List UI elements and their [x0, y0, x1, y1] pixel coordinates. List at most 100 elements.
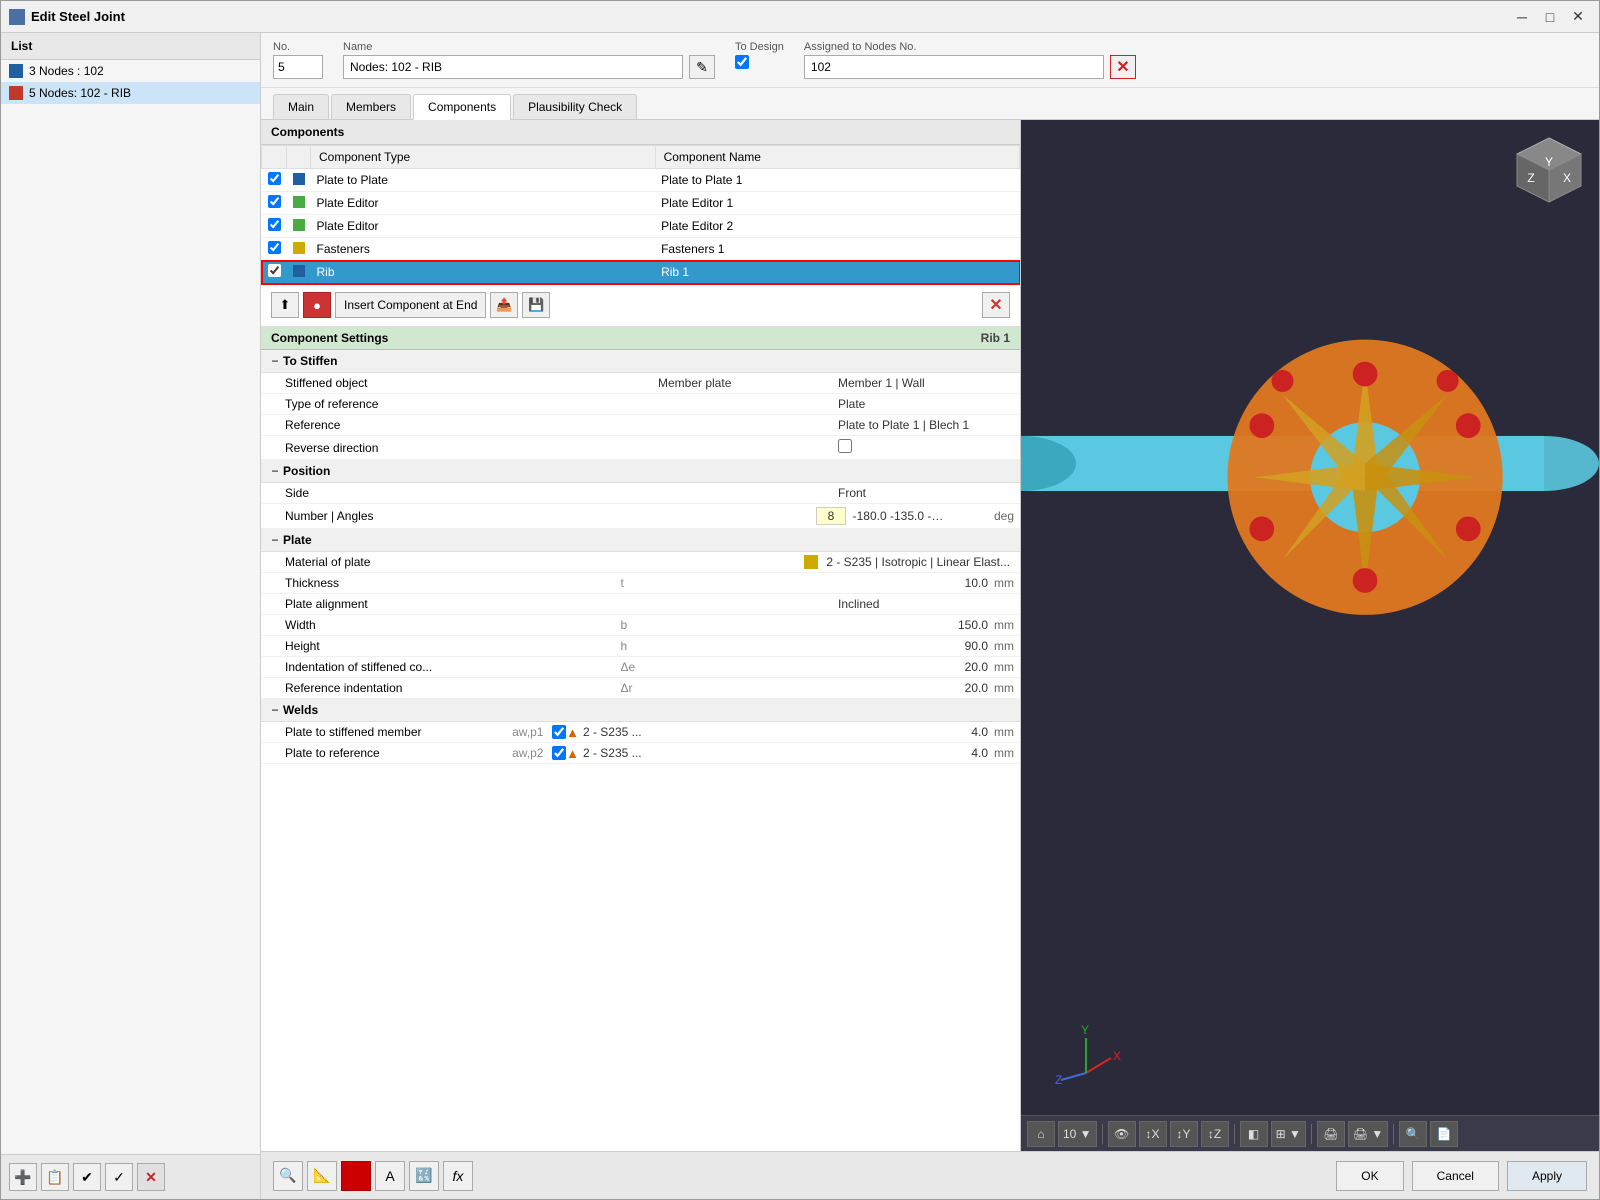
insert-end-button[interactable]: Insert Component at End	[335, 292, 486, 318]
row1-name: Plate to Plate 1	[655, 169, 1019, 192]
view-shading-button[interactable]: ◧	[1240, 1121, 1268, 1147]
indentation-value: 20.0	[651, 659, 993, 675]
table-row[interactable]: Fasteners Fasteners 1	[262, 238, 1020, 261]
row4-checkbox[interactable]	[268, 241, 281, 254]
type-reference-row: Type of reference Plate	[261, 394, 1020, 415]
list-item-1[interactable]: 3 Nodes : 102	[1, 60, 260, 82]
view-rotate-x-button[interactable]: ↕X	[1139, 1121, 1167, 1147]
tab-members[interactable]: Members	[331, 94, 411, 119]
weld-p2-checkbox[interactable]	[552, 746, 566, 760]
to-stiffen-header[interactable]: − To Stiffen	[261, 350, 1020, 373]
copy-item-button[interactable]: 📋	[41, 1163, 69, 1191]
view-home-button[interactable]: ⌂	[1027, 1121, 1055, 1147]
3d-viewport[interactable]: Y X Z	[1021, 120, 1599, 1151]
red-tool-button[interactable]	[341, 1161, 371, 1191]
no-field-group: No.	[273, 41, 323, 79]
view-zoom-button[interactable]: 10 ▼	[1058, 1121, 1097, 1147]
table-row-selected[interactable]: Rib Rib 1	[262, 261, 1020, 284]
check-item-button[interactable]: ✔	[73, 1163, 101, 1191]
list-color-2	[9, 86, 23, 100]
minimize-button[interactable]: ─	[1509, 5, 1535, 29]
delete-item-button[interactable]: ✕	[137, 1163, 165, 1191]
view-wireframe-button[interactable]: ⊞ ▼	[1271, 1121, 1306, 1147]
welds-header[interactable]: − Welds	[261, 699, 1020, 722]
svg-text:Y: Y	[1545, 155, 1553, 169]
text-tool-button[interactable]: A	[375, 1161, 405, 1191]
row3-checkbox[interactable]	[268, 218, 281, 231]
axes-indicator: X Y Z	[1051, 1018, 1121, 1091]
view-print-button[interactable]: 🖨	[1317, 1121, 1345, 1147]
material-value: 2 - S235 | Isotropic | Linear Elast...	[822, 554, 1014, 570]
weld-p1-value: 4.0	[759, 724, 992, 740]
weld-p2-value: 4.0	[759, 745, 992, 761]
row5-type: Rib	[311, 261, 656, 284]
svg-text:Z: Z	[1527, 171, 1534, 185]
view-render-button[interactable]: 👁	[1108, 1121, 1136, 1147]
insert-button[interactable]: ●	[303, 292, 331, 318]
view-rotate-y-button[interactable]: ↕Y	[1170, 1121, 1198, 1147]
add-item-button[interactable]: ➕	[9, 1163, 37, 1191]
symbol-tool-button[interactable]: 🔣	[409, 1161, 439, 1191]
type-reference-value: Plate	[834, 396, 1014, 412]
svg-text:Z: Z	[1055, 1073, 1062, 1087]
assigned-input[interactable]	[804, 55, 1104, 79]
move-up-button[interactable]: ⬆	[271, 292, 299, 318]
table-row[interactable]: Plate Editor Plate Editor 1	[262, 192, 1020, 215]
table-row[interactable]: Plate Editor Plate Editor 2	[262, 215, 1020, 238]
export-button[interactable]: 📤	[490, 292, 518, 318]
measure-tool-button[interactable]: 📐	[307, 1161, 337, 1191]
view-print2-button[interactable]: 🖨 ▼	[1348, 1121, 1388, 1147]
apply-button[interactable]: Apply	[1507, 1161, 1587, 1191]
list-header: List	[1, 33, 260, 60]
no-input[interactable]	[273, 55, 323, 79]
row2-color	[293, 196, 305, 208]
formula-tool-button[interactable]: fx	[443, 1161, 473, 1191]
cancel-button[interactable]: Cancel	[1412, 1161, 1499, 1191]
position-header[interactable]: − Position	[261, 460, 1020, 483]
tab-main[interactable]: Main	[273, 94, 329, 119]
assigned-label: Assigned to Nodes No.	[804, 41, 1587, 53]
maximize-button[interactable]: □	[1537, 5, 1563, 29]
height-unit: mm	[994, 639, 1014, 653]
view-rotate-z-button[interactable]: ↕Z	[1201, 1121, 1229, 1147]
width-label: Width	[283, 617, 621, 633]
reverse-direction-row: Reverse direction	[261, 436, 1020, 460]
ok-button[interactable]: OK	[1336, 1161, 1403, 1191]
left-panel: List 3 Nodes : 102 5 Nodes: 102 - RIB ➕ …	[1, 33, 261, 1199]
clear-assigned-button[interactable]: ✕	[1110, 55, 1136, 79]
angles-unit: deg	[994, 509, 1014, 523]
to-design-checkbox[interactable]	[735, 55, 749, 69]
row5-color	[293, 265, 305, 277]
list-item-2[interactable]: 5 Nodes: 102 - RIB	[1, 82, 260, 104]
row5-checkbox[interactable]	[268, 264, 281, 277]
row2-checkbox[interactable]	[268, 195, 281, 208]
plate-section: − Plate Material of plate 2 - S235 | Iso…	[261, 529, 1020, 699]
bottom-bar: 🔍 📐 A 🔣 fx OK Cancel Apply	[261, 1151, 1599, 1199]
plate-header[interactable]: − Plate	[261, 529, 1020, 552]
row4-name: Fasteners 1	[655, 238, 1019, 261]
svg-text:X: X	[1563, 171, 1571, 185]
no-label: No.	[273, 41, 323, 53]
check2-item-button[interactable]: ✓	[105, 1163, 133, 1191]
close-button[interactable]: ✕	[1565, 5, 1591, 29]
reverse-direction-checkbox[interactable]	[838, 439, 852, 453]
width-unit: mm	[994, 618, 1014, 632]
tab-plausibility[interactable]: Plausibility Check	[513, 94, 637, 119]
view-export-button[interactable]: 📄	[1430, 1121, 1458, 1147]
view-search-button[interactable]: 🔍	[1399, 1121, 1427, 1147]
tab-components[interactable]: Components	[413, 94, 511, 120]
row4-type: Fasteners	[311, 238, 656, 261]
search-tool-button[interactable]: 🔍	[273, 1161, 303, 1191]
navigation-cube[interactable]: Y X Z	[1509, 130, 1589, 210]
weld-p1-checkbox[interactable]	[552, 725, 566, 739]
delete-component-button[interactable]: ✕	[982, 292, 1010, 318]
edit-name-button[interactable]: ✎	[689, 55, 715, 79]
number-value-box[interactable]: 8	[816, 507, 846, 525]
vp-sep-3	[1311, 1124, 1312, 1144]
height-label: Height	[283, 638, 621, 654]
row1-checkbox[interactable]	[268, 172, 281, 185]
components-table: Component Type Component Name Plate to P…	[261, 145, 1020, 284]
table-row[interactable]: Plate to Plate Plate to Plate 1	[262, 169, 1020, 192]
save-button[interactable]: 💾	[522, 292, 550, 318]
name-input[interactable]	[343, 55, 683, 79]
